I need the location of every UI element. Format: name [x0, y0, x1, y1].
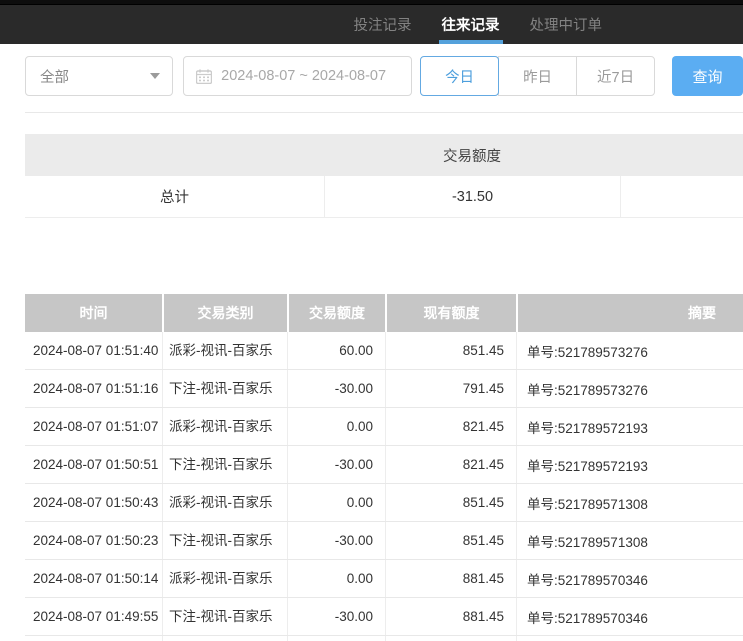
section-divider — [25, 112, 743, 113]
column-header-category: 交易类别 — [162, 294, 287, 332]
cell-category: 下注-视讯-百家乐 — [162, 446, 287, 483]
cell-summary: 单号:521789573276 — [516, 370, 743, 407]
cell-time: 2024-08-07 01:51:16 — [25, 370, 162, 407]
top-navbar: 投注记录 往来记录 处理中订单 — [0, 5, 743, 44]
cell-time: 2024-08-07 01:50:23 — [25, 522, 162, 559]
column-header-time: 时间 — [25, 294, 162, 332]
cell-balance: 851.45 — [385, 332, 516, 369]
date-range-value: 2024-08-07 ~ 2024-08-07 — [221, 68, 386, 84]
cell-balance: 791.45 — [385, 370, 516, 407]
cell-time: 2024-08-07 01:50:51 — [25, 446, 162, 483]
summary-table: 交易额度 总计 -31.50 — [25, 134, 743, 218]
cell-category: 派彩-视讯-百家乐 — [162, 560, 287, 597]
summary-header-blank — [25, 134, 324, 176]
cell-time: 2024-08-07 01:51:07 — [25, 408, 162, 445]
type-select-value: 全部 — [40, 66, 69, 87]
summary-total-amount: -31.50 — [324, 176, 620, 217]
summary-table-header: 交易额度 — [25, 134, 743, 176]
active-tab-underline — [439, 40, 503, 44]
table-row: 2024-08-07 01:51:16 下注-视讯-百家乐 -30.00 791… — [25, 370, 743, 408]
table-row: 2024-08-07 01:50:51 下注-视讯-百家乐 -30.00 821… — [25, 446, 743, 484]
last7days-button-label: 近7日 — [597, 66, 634, 87]
tab-label: 往来记录 — [442, 14, 500, 35]
column-header-balance: 现有额度 — [385, 294, 516, 332]
last7days-button[interactable]: 近7日 — [576, 56, 655, 96]
cell-summary: 单号:521789571308 — [516, 484, 743, 521]
table-row: 2024-08-07 01:50:23 下注-视讯-百家乐 -30.00 851… — [25, 522, 743, 560]
cell-amount: 0.00 — [287, 560, 385, 597]
table-row: 2024-08-07 01:50:43 派彩-视讯-百家乐 0.00 851.4… — [25, 484, 743, 522]
quick-range-group: 今日 昨日 近7日 — [420, 56, 655, 96]
cell-time: 2024-08-07 01:50:43 — [25, 484, 162, 521]
tab-transaction-records[interactable]: 往来记录 — [442, 5, 500, 44]
column-header-summary: 摘要 — [516, 294, 743, 332]
table-row: 2024-08-07 01:51:40 派彩-视讯-百家乐 60.00 851.… — [25, 332, 743, 370]
cell-category: 下注-视讯-百家乐 — [162, 522, 287, 559]
cell-summary: 单号:521789570346 — [516, 598, 743, 635]
cell-time: 2024-08-07 01:51:40 — [25, 332, 162, 369]
yesterday-button[interactable]: 昨日 — [498, 56, 577, 96]
tab-processing-orders[interactable]: 处理中订单 — [530, 5, 603, 44]
tab-label: 投注记录 — [354, 14, 412, 35]
cell-summary: 单号:521789570346 — [516, 560, 743, 597]
cell-summary: 单号:521789572193 — [516, 408, 743, 445]
cell-amount: -30.00 — [287, 446, 385, 483]
table-row: 2024-08-07 01:49:55 下注-视讯-百家乐 -30.00 881… — [25, 598, 743, 636]
cell-category: 下注-视讯-百家乐 — [162, 370, 287, 407]
tab-label: 处理中订单 — [530, 14, 603, 35]
today-button[interactable]: 今日 — [420, 56, 499, 96]
cell-amount: 0.00 — [287, 408, 385, 445]
cell-amount: -30.00 — [287, 370, 385, 407]
cell-amount: -30.00 — [287, 598, 385, 635]
summary-header-extra — [620, 134, 743, 176]
cell-amount: -30.00 — [287, 522, 385, 559]
yesterday-button-label: 昨日 — [523, 66, 552, 87]
cell-time: 2024-08-07 01:49:55 — [25, 598, 162, 635]
cell-summary: 单号:521789571308 — [516, 522, 743, 559]
summary-total-label: 总计 — [25, 176, 324, 217]
chevron-down-icon — [150, 73, 160, 79]
records-table: 时间 交易类别 交易额度 现有额度 摘要 2024-08-07 01:51:40… — [25, 294, 743, 641]
column-header-amount: 交易额度 — [287, 294, 385, 332]
cell-balance: 821.45 — [385, 446, 516, 483]
cell-balance: 881.45 — [385, 598, 516, 635]
filter-toolbar: 全部 2024-08-07 ~ 2024-08-07 今日 昨日 近7日 查询 — [25, 56, 743, 96]
cell-category: 派彩-视讯-百家乐 — [162, 332, 287, 369]
cell-summary: 单号:521789572193 — [516, 446, 743, 483]
cell-amount: 60.00 — [287, 332, 385, 369]
table-row: 2024-08-07 01:51:07 派彩-视讯-百家乐 0.00 821.4… — [25, 408, 743, 446]
cell-category: 下注-视讯-百家乐 — [162, 598, 287, 635]
cell-amount: 0.00 — [287, 484, 385, 521]
tab-bet-records[interactable]: 投注记录 — [354, 5, 412, 44]
records-table-header: 时间 交易类别 交易额度 现有额度 摘要 — [25, 294, 743, 332]
cell-balance: 821.45 — [385, 408, 516, 445]
cell-balance: 881.45 — [385, 560, 516, 597]
date-range-input[interactable]: 2024-08-07 ~ 2024-08-07 — [183, 56, 412, 96]
calendar-icon — [196, 69, 212, 84]
type-select[interactable]: 全部 — [25, 56, 173, 96]
table-row: 2024-08-07 01:50:14 派彩-视讯-百家乐 0.00 881.4… — [25, 560, 743, 598]
cell-summary: 单号:521789573276 — [516, 332, 743, 369]
cell-balance: 851.45 — [385, 484, 516, 521]
search-button[interactable]: 查询 — [672, 56, 743, 96]
table-row-partial — [25, 636, 743, 641]
cell-time: 2024-08-07 01:50:14 — [25, 560, 162, 597]
summary-header-amount: 交易额度 — [324, 134, 620, 176]
summary-total-extra — [620, 176, 743, 217]
cell-balance: 851.45 — [385, 522, 516, 559]
cell-category: 派彩-视讯-百家乐 — [162, 408, 287, 445]
cell-category: 派彩-视讯-百家乐 — [162, 484, 287, 521]
summary-total-row: 总计 -31.50 — [25, 176, 743, 218]
today-button-label: 今日 — [445, 66, 474, 87]
